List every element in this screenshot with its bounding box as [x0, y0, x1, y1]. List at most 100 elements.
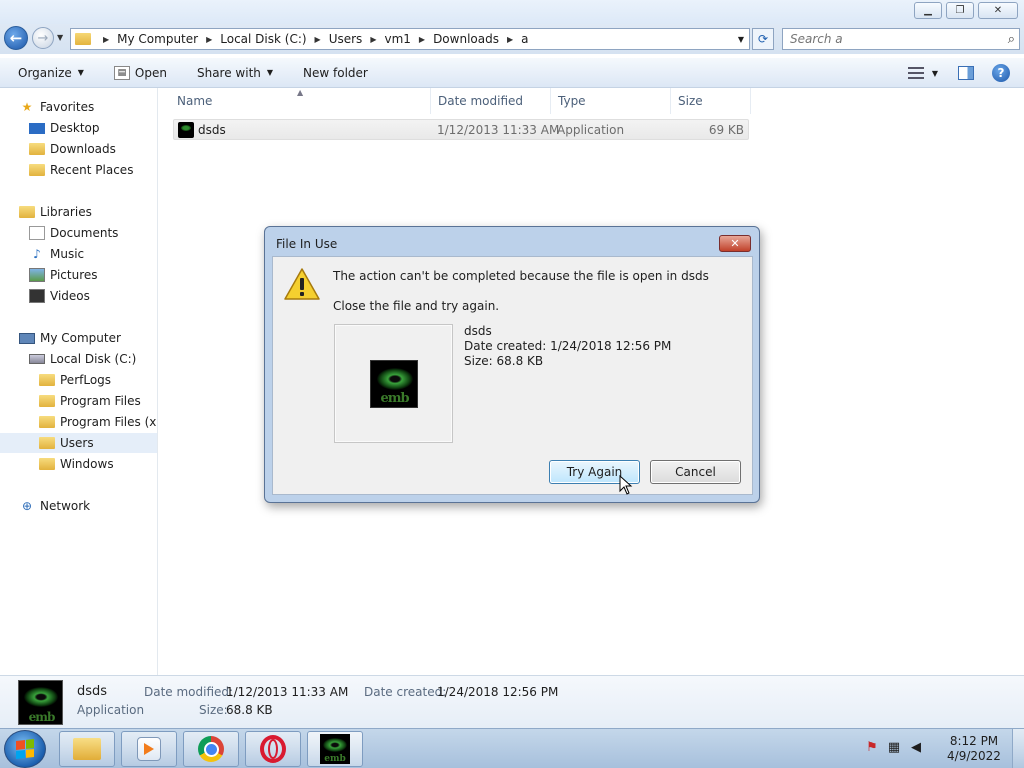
chevron-right-icon[interactable]: ▶ — [206, 35, 212, 44]
nav-local-disk[interactable]: Local Disk (C:) — [29, 349, 136, 369]
crumb-users[interactable]: Users — [329, 32, 363, 46]
thumbnail-label: emb — [28, 710, 56, 724]
taskbar-opera[interactable] — [245, 731, 301, 767]
taskbar-explorer[interactable] — [59, 731, 115, 767]
dialog-close-button[interactable]: ✕ — [719, 235, 751, 252]
network-status-icon[interactable]: ▦ — [886, 739, 902, 755]
address-row: ← → ▼ ▶ My Computer ▶ Local Disk (C:) ▶ … — [0, 24, 1024, 54]
crumb-a[interactable]: a — [521, 32, 528, 46]
clock[interactable]: 8:12 PM 4/9/2022 — [944, 734, 1004, 764]
minimize-button[interactable]: ▁ — [914, 2, 942, 19]
start-button[interactable] — [4, 730, 46, 768]
nav-downloads[interactable]: Downloads — [29, 139, 116, 159]
maximize-button[interactable]: ❐ — [946, 2, 974, 19]
nav-program-files[interactable]: Program Files — [39, 391, 141, 411]
table-row[interactable]: dsds 1/12/2013 11:33 AM Application 69 K… — [173, 119, 749, 140]
action-center-icon[interactable]: ⚑ — [864, 739, 880, 755]
open-button[interactable]: ▤ Open — [96, 58, 179, 87]
nav-favorites[interactable]: ★ Favorites — [19, 97, 95, 117]
nav-videos[interactable]: Videos — [29, 286, 90, 306]
nav-libraries[interactable]: Libraries — [19, 202, 92, 222]
search-box[interactable]: ⌕ — [782, 28, 1020, 50]
nav-desktop[interactable]: Desktop — [29, 118, 100, 138]
column-header-name[interactable]: Name — [159, 88, 431, 114]
back-button[interactable]: ← — [4, 26, 28, 50]
chevron-down-icon[interactable]: ▼ — [932, 69, 938, 78]
breadcrumb: ▶ My Computer ▶ Local Disk (C:) ▶ Users … — [95, 32, 528, 46]
nav-windows[interactable]: Windows — [39, 454, 114, 474]
computer-icon — [19, 332, 35, 344]
crumb-my-computer[interactable]: My Computer — [117, 32, 198, 46]
new-folder-button[interactable]: New folder — [285, 58, 380, 87]
nav-my-computer[interactable]: My Computer — [19, 328, 121, 348]
address-dropdown-icon[interactable]: ▼ — [738, 35, 744, 44]
show-desktop-button[interactable] — [1012, 729, 1024, 768]
column-header-size[interactable]: Size — [671, 88, 751, 114]
window-controls: ▁ ❐ ✕ — [914, 2, 1018, 19]
nav-documents[interactable]: Documents — [29, 223, 118, 243]
network-icon: ⊕ — [21, 499, 33, 513]
change-view-icon[interactable] — [907, 67, 924, 79]
column-label: Date modified — [438, 94, 524, 108]
taskbar-chrome[interactable] — [183, 731, 239, 767]
nav-perflogs[interactable]: PerfLogs — [39, 370, 111, 390]
chevron-right-icon[interactable]: ▶ — [507, 35, 513, 44]
recent-pages-dropdown[interactable]: ▼ — [57, 33, 63, 42]
search-icon[interactable]: ⌕ — [1008, 32, 1015, 47]
nav-label: PerfLogs — [60, 373, 112, 387]
crumb-local-disk[interactable]: Local Disk (C:) — [220, 32, 306, 46]
chevron-right-icon[interactable]: ▶ — [315, 35, 321, 44]
forward-button[interactable]: → — [32, 27, 54, 49]
nav-label: Network — [40, 499, 91, 513]
search-input[interactable] — [790, 32, 990, 46]
address-bar[interactable]: ▶ My Computer ▶ Local Disk (C:) ▶ Users … — [70, 28, 750, 50]
help-icon[interactable]: ? — [992, 64, 1010, 82]
details-date-created-label: Date created: — [364, 685, 447, 699]
chevron-right-icon[interactable]: ▶ — [103, 35, 109, 44]
folder-icon — [39, 374, 55, 386]
dialog-instruction: Close the file and try again. — [333, 299, 500, 313]
nav-music[interactable]: ♪ Music — [29, 244, 84, 264]
organize-button[interactable]: Organize ▼ — [0, 58, 96, 87]
file-in-use-dialog: File In Use ✕ The action can't be comple… — [264, 226, 760, 503]
close-button[interactable]: ✕ — [978, 2, 1018, 19]
chrome-icon — [198, 736, 224, 762]
details-file-name: dsds — [77, 684, 108, 699]
nav-program-files-x86[interactable]: Program Files (x86) — [39, 412, 157, 432]
music-icon: ♪ — [33, 247, 41, 261]
volume-icon[interactable]: ◀ — [908, 739, 924, 755]
share-with-button[interactable]: Share with ▼ — [179, 58, 285, 87]
preview-pane-icon[interactable] — [958, 66, 974, 80]
nav-label: Desktop — [50, 121, 100, 135]
nav-label: Recent Places — [50, 163, 134, 177]
refresh-button[interactable]: ⟳ — [752, 28, 774, 50]
nav-network[interactable]: ⊕ Network — [19, 496, 90, 516]
system-tray: ⚑ ▦ ◀ — [864, 739, 924, 755]
file-date-modified: 1/12/2013 11:33 AM — [437, 122, 560, 137]
nav-label: Libraries — [40, 205, 92, 219]
taskbar-emb[interactable]: emb — [307, 731, 363, 767]
folder-icon — [75, 33, 91, 45]
nav-users[interactable]: Users — [0, 433, 157, 453]
column-header-type[interactable]: Type — [551, 88, 671, 114]
nav-label: Users — [60, 436, 94, 450]
crumb-vm1[interactable]: vm1 — [384, 32, 410, 46]
column-header-date-modified[interactable]: Date modified — [431, 88, 551, 114]
details-size: 68.8 KB — [226, 703, 273, 717]
column-label: Type — [558, 94, 586, 108]
opera-icon — [260, 735, 286, 763]
nav-recent-places[interactable]: Recent Places — [29, 160, 133, 180]
chevron-right-icon[interactable]: ▶ — [419, 35, 425, 44]
dialog-body: The action can't be completed because th… — [272, 256, 753, 495]
nav-pictures[interactable]: Pictures — [29, 265, 98, 285]
chevron-right-icon[interactable]: ▶ — [370, 35, 376, 44]
emb-app-icon: emb — [369, 359, 418, 408]
recent-places-icon — [29, 164, 45, 176]
taskbar-media-player[interactable] — [121, 731, 177, 767]
cancel-button[interactable]: Cancel — [650, 460, 741, 484]
new-folder-label: New folder — [303, 65, 368, 80]
dialog-file-name: dsds — [464, 324, 492, 338]
nav-label: Program Files (x86) — [60, 415, 157, 429]
crumb-downloads[interactable]: Downloads — [433, 32, 499, 46]
emb-app-icon: emb — [18, 680, 63, 725]
